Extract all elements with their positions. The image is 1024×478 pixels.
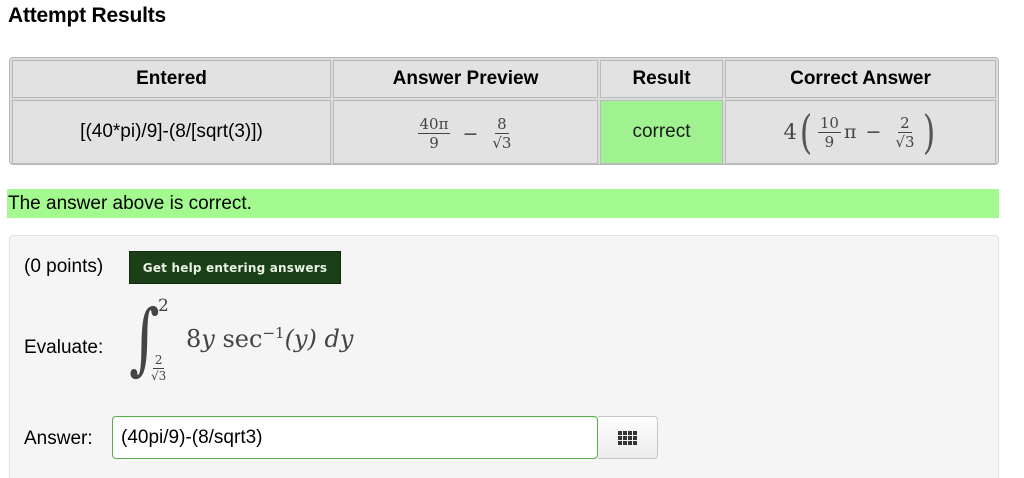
correct-answer-open-paren: ( <box>799 105 813 159</box>
entered-cell: [(40*pi)/9]-(8/[sqrt(3)]) <box>12 100 331 164</box>
preview-fraction-1-denominator: 9 <box>429 134 439 152</box>
lower-limit-fraction: 2 √3 <box>149 354 168 383</box>
page-title: Attempt Results <box>8 4 167 27</box>
column-header-entered: Entered <box>12 60 331 98</box>
correct-answer-close-paren: ) <box>922 105 935 159</box>
table-row: [(40*pi)/9]-(8/[sqrt(3)]) 40π 9 − 8 √3 c… <box>12 100 996 164</box>
result-cell: correct <box>600 100 723 164</box>
correct-status-banner: The answer above is correct. <box>7 189 999 218</box>
correct-answer-math: 4 ( 10 9 π − 2 √3 ) <box>784 109 938 155</box>
answer-input[interactable] <box>112 416 598 459</box>
attempt-results-page: Attempt Results Entered Answer Preview R… <box>0 0 1024 478</box>
column-header-answer-preview: Answer Preview <box>333 60 598 98</box>
integrand-coefficient: 8 <box>186 325 202 353</box>
correct-answer-operator: − <box>865 121 882 143</box>
correct-fraction-1-denominator: 9 <box>824 132 835 151</box>
correct-answer-pi: π <box>843 121 857 143</box>
evaluate-label: Evaluate: <box>24 337 104 358</box>
preview-fraction-2: 8 √3 <box>490 116 513 151</box>
correct-answer-coefficient: 4 <box>783 120 797 144</box>
preview-fraction-1: 40π 9 <box>417 115 451 152</box>
correct-fraction-2-numerator: 2 <box>898 113 912 133</box>
integrand: 8y sec−1(y) dy <box>186 324 353 353</box>
preview-fraction-1-numerator: 40π <box>417 115 451 134</box>
integral-expression: ∫ 2 2 √3 8y sec−1(y) dy <box>120 292 380 402</box>
answer-label: Answer: <box>24 428 93 449</box>
integral-lower-limit: 2 √3 <box>146 354 171 383</box>
integral-upper-limit: 2 <box>158 296 169 316</box>
grid-icon <box>618 430 637 445</box>
correct-answer-cell: 4 ( 10 9 π − 2 √3 ) <box>725 100 996 164</box>
lower-limit-numerator: 2 <box>152 353 165 369</box>
integrand-argument: (y) <box>284 325 317 353</box>
lower-limit-denominator: √3 <box>151 369 167 383</box>
result-status: correct <box>632 121 691 142</box>
entered-answer: [(40*pi)/9]-(8/[sqrt(3)]) <box>80 121 263 142</box>
points-label: (0 points) <box>24 256 104 277</box>
equation-editor-button[interactable] <box>598 416 658 459</box>
integrand-exponent: −1 <box>262 324 285 342</box>
answer-preview-cell: 40π 9 − 8 √3 <box>333 100 598 164</box>
preview-fraction-2-numerator: 8 <box>495 115 509 134</box>
preview-fraction-2-denominator: √3 <box>492 134 512 152</box>
column-header-result: Result <box>600 60 723 98</box>
correct-fraction-1-numerator: 10 <box>817 113 841 133</box>
integrand-differential: dy <box>324 325 354 353</box>
help-entering-answers-button[interactable]: Get help entering answers <box>129 251 341 284</box>
results-table: Entered Answer Preview Result Correct An… <box>9 57 999 165</box>
correct-fraction-2: 2 √3 <box>893 115 916 150</box>
column-header-correct-answer: Correct Answer <box>725 60 996 98</box>
correct-fraction-2-denominator: √3 <box>895 132 915 151</box>
correct-fraction-1: 10 9 <box>817 113 841 151</box>
preview-operator: − <box>462 122 479 145</box>
problem-panel: (0 points) Get help entering answers Eva… <box>9 235 999 478</box>
integrand-function: sec <box>222 325 263 353</box>
answer-preview-math: 40π 9 − 8 √3 <box>415 116 517 151</box>
integrand-variable: y <box>201 325 215 353</box>
